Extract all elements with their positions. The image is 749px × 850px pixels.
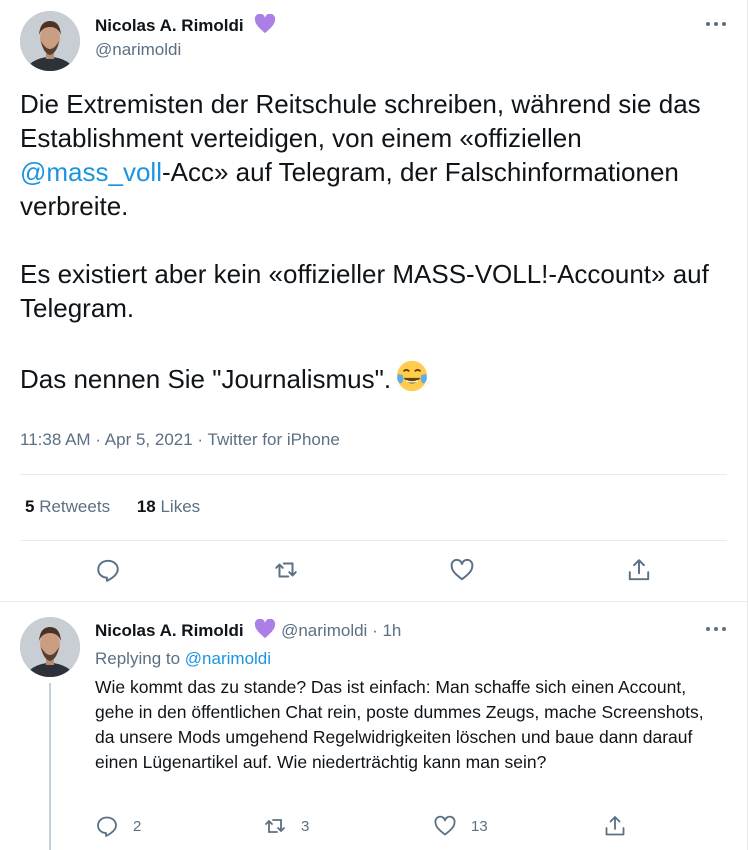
author-avatar[interactable] bbox=[20, 11, 80, 71]
tweet-thread: Nicolas A. Rimoldi @narimoldi Die Extrem… bbox=[0, 0, 748, 850]
avatar-portrait-icon bbox=[20, 11, 80, 71]
reply-count: 2 bbox=[133, 817, 142, 835]
reply-retweet-action[interactable]: 3 bbox=[263, 814, 309, 838]
thread-line bbox=[49, 683, 51, 850]
tweet-paragraph-2: Es existiert aber kein «offizieller MASS… bbox=[20, 259, 709, 323]
retweet-count: 3 bbox=[301, 817, 310, 835]
share-icon bbox=[605, 816, 625, 836]
reply-more-options-icon[interactable] bbox=[706, 627, 726, 633]
retweet-icon[interactable] bbox=[273, 557, 299, 583]
like-icon bbox=[434, 815, 456, 836]
reply-author-avatar[interactable] bbox=[20, 617, 80, 677]
reply-author-handle[interactable]: @narimoldi bbox=[281, 621, 367, 640]
retweets-stat[interactable]: 5 Retweets bbox=[25, 497, 110, 516]
divider bbox=[0, 601, 747, 602]
like-count: 13 bbox=[471, 817, 488, 835]
divider bbox=[20, 540, 727, 541]
tweet-time[interactable]: 11:38 AM bbox=[20, 430, 91, 449]
likes-stat[interactable]: 18 Likes bbox=[137, 497, 200, 516]
reply-reply-action[interactable]: 2 bbox=[95, 814, 141, 838]
like-icon[interactable] bbox=[449, 557, 475, 583]
mention-link[interactable]: @mass_voll bbox=[20, 157, 162, 187]
author-name[interactable]: Nicolas A. Rimoldi bbox=[95, 14, 276, 36]
reply-share-action[interactable] bbox=[603, 814, 641, 838]
tweet-source[interactable]: Twitter for iPhone bbox=[208, 430, 340, 449]
more-options-icon[interactable] bbox=[706, 22, 726, 28]
divider bbox=[20, 474, 727, 475]
avatar-portrait-icon bbox=[20, 617, 80, 677]
reply-age[interactable]: 1h bbox=[382, 621, 401, 640]
author-handle[interactable]: @narimoldi bbox=[95, 40, 181, 60]
reply-author-name[interactable]: Nicolas A. Rimoldi bbox=[95, 621, 244, 640]
tweet-stats: 5 Retweets 18 Likes bbox=[25, 497, 200, 517]
retweet-icon bbox=[265, 819, 285, 833]
tears-of-joy-emoji-icon bbox=[396, 360, 428, 392]
replying-to-link[interactable]: @narimoldi bbox=[185, 649, 271, 668]
tweet-date[interactable]: Apr 5, 2021 bbox=[105, 430, 193, 449]
reply-text: Wie kommt das zu stande? Das ist einfach… bbox=[95, 677, 704, 772]
reply-like-action[interactable]: 13 bbox=[433, 814, 488, 838]
tweet-paragraph-1: Die Extremisten der Reitschule schreiben… bbox=[20, 89, 701, 221]
tweet-text: Die Extremisten der Reitschule schreiben… bbox=[20, 87, 730, 396]
purple-heart-icon bbox=[255, 14, 276, 34]
reply-icon[interactable] bbox=[95, 557, 121, 583]
purple-heart-icon bbox=[255, 619, 276, 639]
tweet-paragraph-3: Das nennen Sie "Journalismus". bbox=[20, 359, 730, 396]
replying-to: Replying to @narimoldi bbox=[95, 649, 272, 668]
tweet-meta: 11:38 AM · Apr 5, 2021 · Twitter for iPh… bbox=[20, 430, 340, 449]
reply-icon bbox=[97, 816, 117, 837]
reply-author-header: Nicolas A. Rimoldi @narimoldi · 1h bbox=[95, 619, 401, 641]
share-icon[interactable] bbox=[626, 557, 652, 583]
